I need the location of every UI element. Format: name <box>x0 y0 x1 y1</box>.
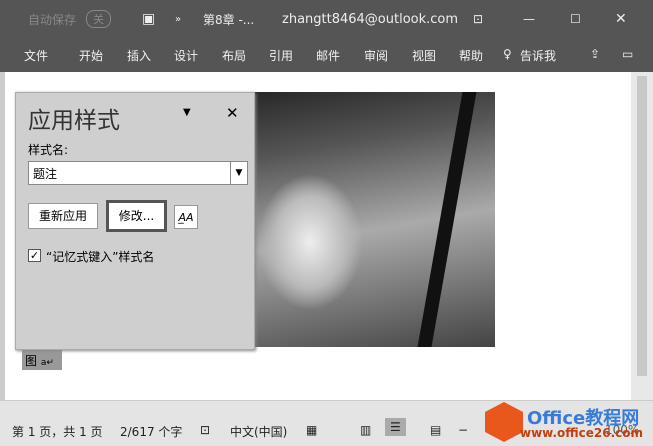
close-icon[interactable]: ✕ <box>615 11 627 27</box>
reapply-button[interactable]: 重新应用 <box>28 203 98 229</box>
lightbulb-icon: ♀ <box>503 47 512 61</box>
print-layout-icon[interactable]: ☰ <box>385 418 406 436</box>
title-bar: 自动保存 关 ▣ » 第8章 -... zhangtt8464@outlook.… <box>0 0 653 38</box>
modify-button[interactable]: 修改... <box>106 200 167 232</box>
office-logo-icon <box>485 402 523 442</box>
word-count[interactable]: 2/617 个字 <box>120 423 182 440</box>
caption-label: 图 <box>25 354 38 368</box>
autocomplete-label: “记忆式键入”样式名 <box>46 250 155 264</box>
language[interactable]: 中文(中国) <box>230 423 287 440</box>
watermark: Office教程网 www.office26.com <box>485 402 650 444</box>
style-name-combobox[interactable]: 题注 ▼ <box>28 161 248 185</box>
autosave-toggle[interactable]: 关 <box>86 10 111 28</box>
watermark-url: www.office26.com <box>520 426 644 440</box>
tab-references[interactable]: 引用 <box>269 47 293 64</box>
save-icon[interactable]: ▣ <box>142 11 155 27</box>
styles-icon[interactable]: A̲A <box>174 205 198 229</box>
maximize-icon[interactable]: ☐ <box>570 12 581 26</box>
tab-review[interactable]: 审阅 <box>364 47 388 64</box>
more-commands-icon[interactable]: » <box>175 14 181 25</box>
style-name-label: 样式名: <box>28 143 69 157</box>
autosave-label: 自动保存 <box>28 12 77 27</box>
tab-design[interactable]: 设计 <box>174 47 198 64</box>
read-mode-icon[interactable]: ▥ <box>360 423 371 437</box>
paragraph-mark: a↵ <box>40 358 54 368</box>
vertical-scrollbar[interactable] <box>631 72 653 400</box>
tab-layout[interactable]: 布局 <box>222 47 246 64</box>
tab-home[interactable]: 开始 <box>79 47 103 64</box>
account-name[interactable]: zhangtt8464@outlook.com <box>282 12 458 27</box>
web-layout-icon[interactable]: ▤ <box>430 423 441 437</box>
caption-text[interactable]: 图 a↵ <box>22 350 62 370</box>
zoom-out-icon[interactable]: − <box>458 423 468 437</box>
proofing-icon[interactable]: ⊡ <box>200 423 210 437</box>
ribbon-display-icon[interactable]: ⊡ <box>473 12 483 26</box>
ribbon-tabs: 文件 开始 插入 设计 布局 引用 邮件 审阅 视图 帮助 ♀ 告诉我 ⇪ ▭ <box>0 38 653 72</box>
accessibility-icon[interactable]: ▦ <box>306 423 317 437</box>
pane-options-icon[interactable]: ▼ <box>183 107 191 118</box>
style-name-value: 题注 <box>33 167 58 181</box>
document-title: 第8章 -... <box>203 12 255 27</box>
comments-icon[interactable]: ▭ <box>622 47 633 61</box>
apply-styles-pane: 应用样式 ▼ ✕ 样式名: 题注 ▼ 重新应用 修改... A̲A ✓ “记忆式键… <box>15 92 255 350</box>
tab-file[interactable]: 文件 <box>24 47 48 64</box>
tab-help[interactable]: 帮助 <box>459 47 483 64</box>
pane-title: 应用样式 <box>28 108 120 134</box>
pane-close-icon[interactable]: ✕ <box>226 104 239 122</box>
tab-mailings[interactable]: 邮件 <box>316 47 340 64</box>
minimize-icon[interactable]: — <box>523 12 535 26</box>
tell-me[interactable]: 告诉我 <box>520 47 556 64</box>
autocomplete-checkbox[interactable]: ✓ <box>28 249 41 262</box>
chevron-down-icon[interactable]: ▼ <box>230 162 247 184</box>
share-icon[interactable]: ⇪ <box>590 47 600 61</box>
tab-insert[interactable]: 插入 <box>127 47 151 64</box>
page-count[interactable]: 第 1 页，共 1 页 <box>12 423 103 440</box>
tab-view[interactable]: 视图 <box>412 47 436 64</box>
